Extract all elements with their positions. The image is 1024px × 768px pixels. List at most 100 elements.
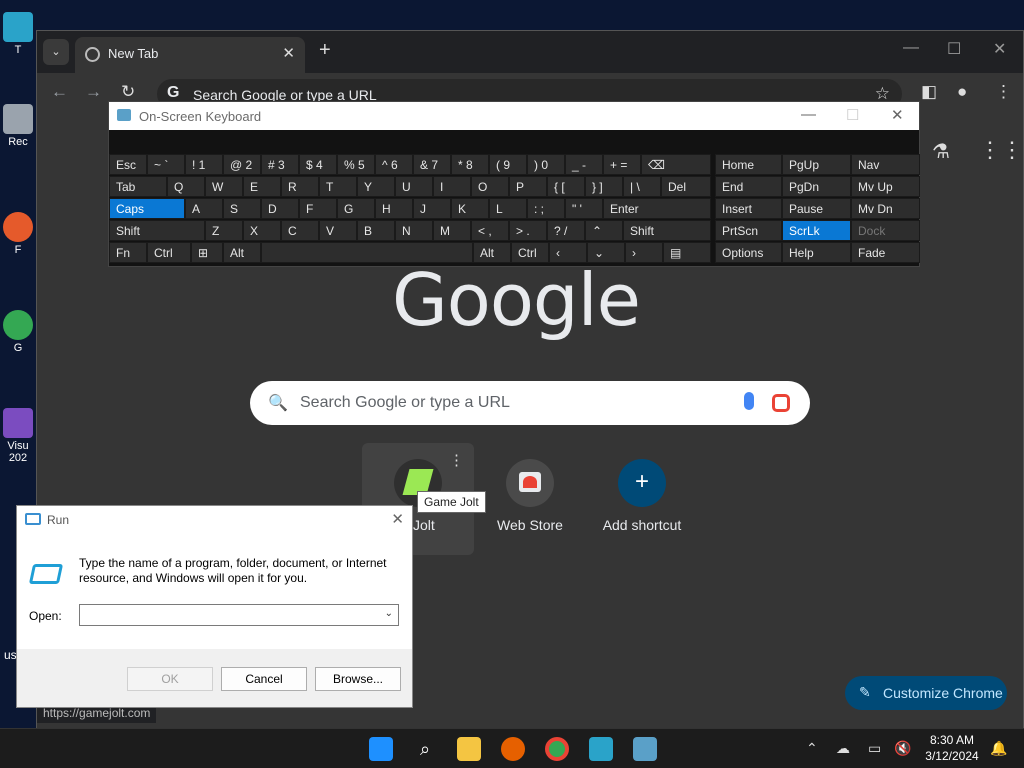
- key-prtscn[interactable]: PrtScn: [715, 220, 782, 241]
- key-nav[interactable]: Nav: [851, 154, 920, 175]
- tab-new-tab[interactable]: New Tab ✕: [75, 37, 305, 73]
- key-left-arrow[interactable]: ‹: [549, 242, 587, 263]
- firefox-icon[interactable]: [501, 737, 525, 761]
- key-ctrl-left[interactable]: Ctrl: [147, 242, 191, 263]
- key-equals[interactable]: + =: [603, 154, 641, 175]
- key-caps[interactable]: Caps: [109, 198, 185, 219]
- key-s[interactable]: S: [223, 198, 261, 219]
- key-windows[interactable]: ⊞: [191, 242, 223, 263]
- back-button[interactable]: ←: [51, 82, 68, 102]
- key-r[interactable]: R: [281, 176, 319, 197]
- key-fn[interactable]: Fn: [109, 242, 147, 263]
- key-y[interactable]: Y: [357, 176, 395, 197]
- key-enter[interactable]: Enter: [603, 198, 711, 219]
- chevron-up-icon[interactable]: ⌃: [806, 740, 818, 757]
- key-3[interactable]: # 3: [261, 154, 299, 175]
- key-u[interactable]: U: [395, 176, 433, 197]
- clock[interactable]: 8:30 AM 3/12/2024: [920, 732, 984, 764]
- key-mv-dn[interactable]: Mv Dn: [851, 198, 920, 219]
- key-alt-left[interactable]: Alt: [223, 242, 261, 263]
- key-backslash[interactable]: | \: [623, 176, 661, 197]
- key-period[interactable]: > .: [509, 220, 547, 241]
- key-o[interactable]: O: [471, 176, 509, 197]
- key-9[interactable]: ( 9: [489, 154, 527, 175]
- cloud-icon[interactable]: ☁: [836, 740, 850, 757]
- close-window-button[interactable]: ✕: [993, 39, 1006, 59]
- key-5[interactable]: % 5: [337, 154, 375, 175]
- key-alt-right[interactable]: Alt: [473, 242, 511, 263]
- key-fade[interactable]: Fade: [851, 242, 920, 263]
- key-j[interactable]: J: [413, 198, 451, 219]
- run-app-icon[interactable]: [589, 737, 613, 761]
- key-comma[interactable]: < ,: [471, 220, 509, 241]
- key-4[interactable]: $ 4: [299, 154, 337, 175]
- key-home[interactable]: Home: [715, 154, 782, 175]
- key-i[interactable]: I: [433, 176, 471, 197]
- ok-button[interactable]: OK: [127, 667, 213, 691]
- cancel-button[interactable]: Cancel: [221, 667, 307, 691]
- key-p[interactable]: P: [509, 176, 547, 197]
- key-g[interactable]: G: [337, 198, 375, 219]
- apps-grid-icon[interactable]: ⋮⋮: [979, 137, 1023, 163]
- reload-button[interactable]: ↻: [121, 82, 135, 102]
- key-right-arrow[interactable]: ›: [625, 242, 663, 263]
- key-slash[interactable]: ? /: [547, 220, 585, 241]
- key-help[interactable]: Help: [782, 242, 851, 263]
- osk-maximize-button[interactable]: ☐: [846, 106, 859, 124]
- key-pgup[interactable]: PgUp: [782, 154, 851, 175]
- volume-muted-icon[interactable]: 🔇: [894, 740, 911, 757]
- key-options[interactable]: Options: [715, 242, 782, 263]
- key-m[interactable]: M: [433, 220, 471, 241]
- key-del[interactable]: Del: [661, 176, 711, 197]
- key-pgdn[interactable]: PgDn: [782, 176, 851, 197]
- osk-close-button[interactable]: ✕: [891, 106, 904, 124]
- key-x[interactable]: X: [243, 220, 281, 241]
- close-tab-icon[interactable]: ✕: [282, 44, 295, 62]
- key-a[interactable]: A: [185, 198, 223, 219]
- forward-button[interactable]: →: [85, 82, 102, 102]
- key-up-arrow[interactable]: ⌃: [585, 220, 623, 241]
- shortcut-web-store[interactable]: Web Store: [474, 443, 586, 555]
- search-icon[interactable]: ⌕: [413, 737, 437, 761]
- key-shift-right[interactable]: Shift: [623, 220, 711, 241]
- maximize-button[interactable]: ☐: [947, 39, 961, 59]
- key-ctrl-right[interactable]: Ctrl: [511, 242, 549, 263]
- desktop-icon-recycle-bin[interactable]: Rec: [0, 104, 36, 148]
- shortcut-menu-dots-icon[interactable]: ⋮: [449, 451, 464, 469]
- side-panel-icon[interactable]: ◧: [921, 82, 937, 102]
- key-n[interactable]: N: [395, 220, 433, 241]
- notification-bell-icon[interactable]: 🔔: [990, 740, 1007, 757]
- key-space[interactable]: [261, 242, 473, 263]
- profile-icon[interactable]: ●: [957, 82, 967, 102]
- key-7[interactable]: & 7: [413, 154, 451, 175]
- key-minus[interactable]: _ -: [565, 154, 603, 175]
- new-tab-button[interactable]: +: [319, 39, 331, 62]
- voice-search-icon[interactable]: [744, 392, 754, 410]
- shortcut-add[interactable]: + Add shortcut: [586, 443, 698, 555]
- key-pause[interactable]: Pause: [782, 198, 851, 219]
- key-e[interactable]: E: [243, 176, 281, 197]
- key-tab[interactable]: Tab: [109, 176, 167, 197]
- key-0[interactable]: ) 0: [527, 154, 565, 175]
- key-semicolon[interactable]: : ;: [527, 198, 565, 219]
- key-f[interactable]: F: [299, 198, 337, 219]
- labs-flask-icon[interactable]: ⚗: [932, 139, 950, 164]
- desktop-icon-firefox[interactable]: F: [0, 212, 36, 256]
- key-1[interactable]: ! 1: [185, 154, 223, 175]
- key-k[interactable]: K: [451, 198, 489, 219]
- desktop-icon-visual-studio[interactable]: Visu 202: [0, 408, 36, 464]
- key-left-bracket[interactable]: { [: [547, 176, 585, 197]
- chrome-icon[interactable]: [545, 737, 569, 761]
- key-esc[interactable]: Esc: [109, 154, 147, 175]
- key-w[interactable]: W: [205, 176, 243, 197]
- key-l[interactable]: L: [489, 198, 527, 219]
- key-2[interactable]: @ 2: [223, 154, 261, 175]
- key-c[interactable]: C: [281, 220, 319, 241]
- key-mv-up[interactable]: Mv Up: [851, 176, 920, 197]
- browse-button[interactable]: Browse...: [315, 667, 401, 691]
- key-scrlk[interactable]: ScrLk: [782, 220, 851, 241]
- key-quote[interactable]: " ': [565, 198, 603, 219]
- menu-dots-icon[interactable]: ⋮: [995, 82, 1012, 102]
- open-input[interactable]: ⌄: [79, 604, 399, 626]
- key-b[interactable]: B: [357, 220, 395, 241]
